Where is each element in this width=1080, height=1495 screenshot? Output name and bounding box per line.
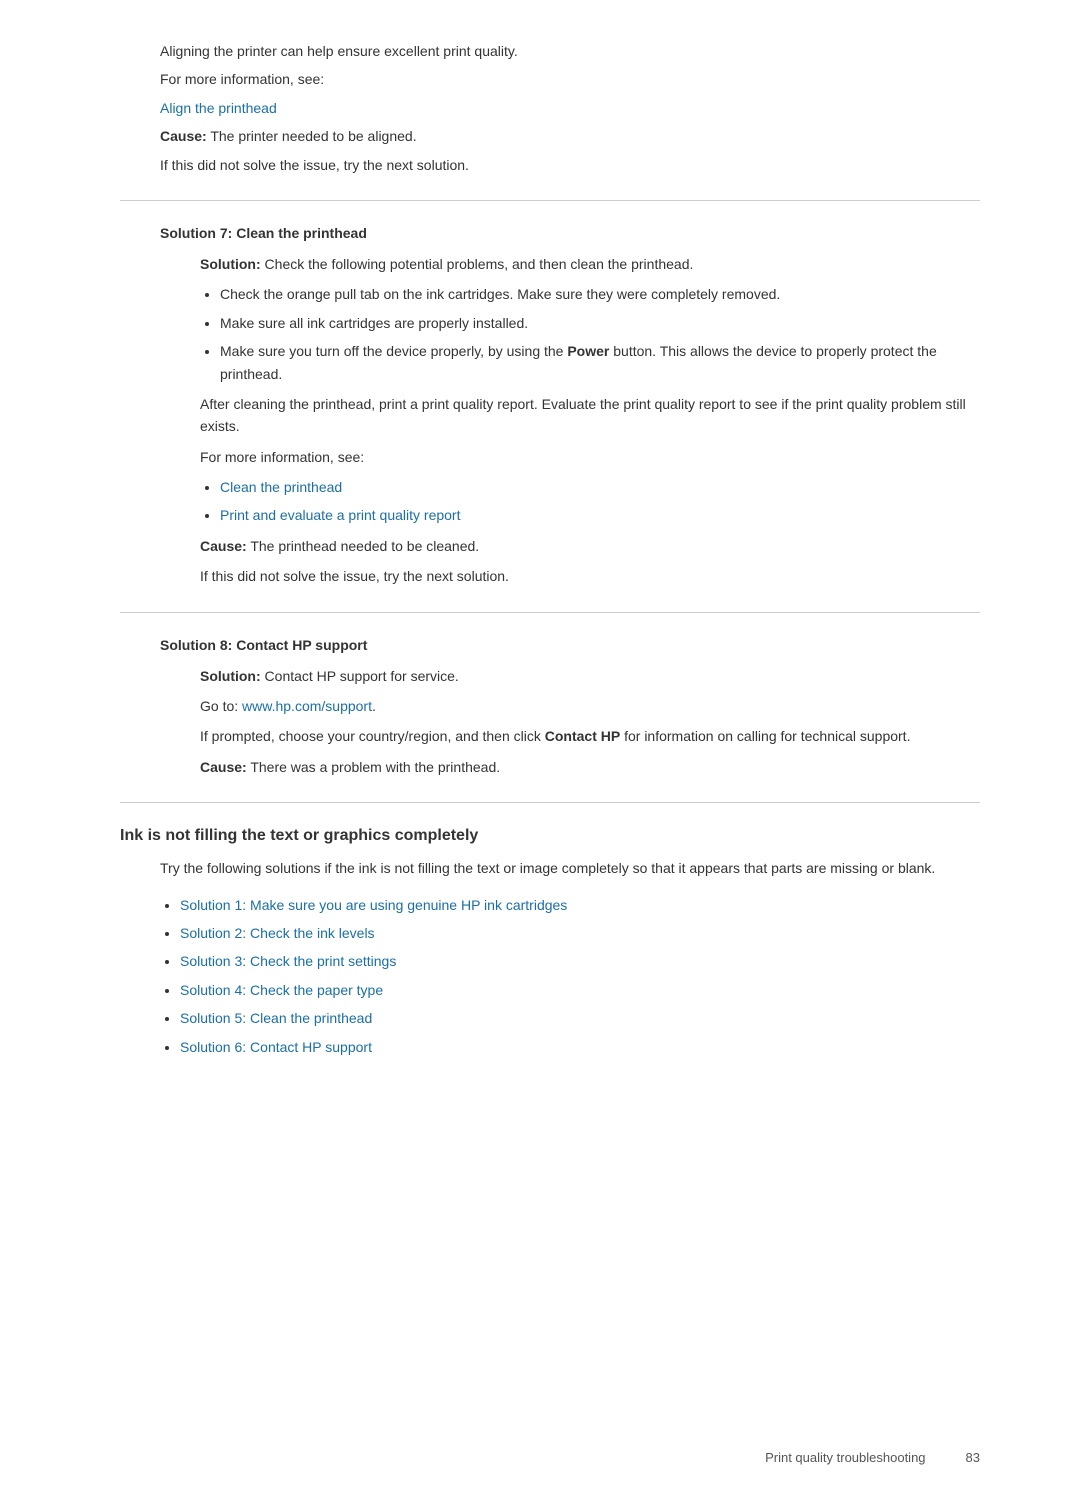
page-container: Aligning the printer can help ensure exc… bbox=[0, 0, 1080, 1144]
solution7-bullet-1: Check the orange pull tab on the ink car… bbox=[220, 283, 980, 305]
ink-solutions-list: Solution 1: Make sure you are using genu… bbox=[180, 894, 980, 1058]
ink-solution-1: Solution 1: Make sure you are using genu… bbox=[180, 894, 980, 916]
ink-solution-5-link[interactable]: Solution 5: Clean the printhead bbox=[180, 1010, 372, 1026]
ink-solution-3-link[interactable]: Solution 3: Check the print settings bbox=[180, 953, 396, 969]
solution7-cause-label: Cause: bbox=[200, 538, 247, 554]
intro-block: Aligning the printer can help ensure exc… bbox=[120, 40, 980, 176]
hp-support-link[interactable]: www.hp.com/support bbox=[242, 698, 372, 714]
solution8-solution-desc: Contact HP support for service. bbox=[261, 668, 459, 684]
solution8-cause-label: Cause: bbox=[200, 759, 247, 775]
divider-2 bbox=[120, 612, 980, 613]
intro-cause-label: Cause: bbox=[160, 128, 207, 144]
intro-cause: Cause: The printer needed to be aligned. bbox=[160, 125, 980, 147]
solution8-cause: Cause: There was a problem with the prin… bbox=[200, 756, 980, 778]
solution7-power-bold: Power bbox=[567, 343, 609, 359]
solution7-title: Solution 7: Clean the printhead bbox=[120, 225, 980, 241]
solution7-block: Solution 7: Clean the printhead Solution… bbox=[120, 225, 980, 588]
ink-section: Ink is not filling the text or graphics … bbox=[120, 827, 980, 1058]
ink-solution-1-link[interactable]: Solution 1: Make sure you are using genu… bbox=[180, 897, 567, 913]
intro-cause-text: The printer needed to be aligned. bbox=[207, 128, 417, 144]
align-printhead-link[interactable]: Align the printhead bbox=[160, 100, 277, 116]
solution8-contact-hp-bold: Contact HP bbox=[545, 728, 620, 744]
solution8-goto-text: Go to: bbox=[200, 698, 242, 714]
solution8-block: Solution 8: Contact HP support Solution:… bbox=[120, 637, 980, 779]
divider-1 bbox=[120, 200, 980, 201]
solution7-links-list: Clean the printhead Print and evaluate a… bbox=[220, 476, 980, 527]
ink-solution-2: Solution 2: Check the ink levels bbox=[180, 922, 980, 944]
solution7-cause-text: The printhead needed to be cleaned. bbox=[247, 538, 479, 554]
solution8-solution-text: Solution: Contact HP support for service… bbox=[200, 665, 980, 687]
clean-printhead-link[interactable]: Clean the printhead bbox=[220, 479, 342, 495]
footer: Print quality troubleshooting 83 bbox=[765, 1450, 980, 1465]
solution7-solution-text: Solution: Check the following potential … bbox=[200, 253, 980, 275]
solution8-prompted-pre: If prompted, choose your country/region,… bbox=[200, 728, 545, 744]
ink-section-links: Solution 1: Make sure you are using genu… bbox=[120, 894, 980, 1058]
ink-section-heading: Ink is not filling the text or graphics … bbox=[120, 827, 980, 845]
solution8-body: Solution: Contact HP support for service… bbox=[120, 665, 980, 779]
intro-next-solution: If this did not solve the issue, try the… bbox=[160, 154, 980, 176]
print-evaluate-link[interactable]: Print and evaluate a print quality repor… bbox=[220, 507, 460, 523]
solution7-bullet-2: Make sure all ink cartridges are properl… bbox=[220, 312, 980, 334]
footer-left: Print quality troubleshooting bbox=[765, 1450, 925, 1465]
solution7-next-solution: If this did not solve the issue, try the… bbox=[200, 565, 980, 587]
solution8-goto: Go to: www.hp.com/support. bbox=[200, 695, 980, 717]
solution7-body: Solution: Check the following potential … bbox=[120, 253, 980, 588]
intro-for-more: For more information, see: bbox=[160, 68, 980, 90]
solution8-cause-text: There was a problem with the printhead. bbox=[247, 759, 500, 775]
ink-solution-6: Solution 6: Contact HP support bbox=[180, 1036, 980, 1058]
ink-solution-6-link[interactable]: Solution 6: Contact HP support bbox=[180, 1039, 372, 1055]
solution8-goto-period: . bbox=[372, 698, 376, 714]
ink-solution-4: Solution 4: Check the paper type bbox=[180, 979, 980, 1001]
solution8-solution-label: Solution: bbox=[200, 668, 261, 684]
ink-section-intro: Try the following solutions if the ink i… bbox=[120, 857, 980, 879]
divider-3 bbox=[120, 802, 980, 803]
intro-line1: Aligning the printer can help ensure exc… bbox=[160, 40, 980, 62]
solution8-if-prompted: If prompted, choose your country/region,… bbox=[200, 725, 980, 747]
ink-solution-4-link[interactable]: Solution 4: Check the paper type bbox=[180, 982, 383, 998]
solution8-prompted-post: for information on calling for technical… bbox=[620, 728, 910, 744]
ink-section-intro-text: Try the following solutions if the ink i… bbox=[160, 857, 980, 879]
solution7-link2-item: Print and evaluate a print quality repor… bbox=[220, 504, 980, 526]
solution7-link1-item: Clean the printhead bbox=[220, 476, 980, 498]
solution7-cause: Cause: The printhead needed to be cleane… bbox=[200, 535, 980, 557]
solution7-for-more: For more information, see: bbox=[200, 446, 980, 468]
solution7-bullets: Check the orange pull tab on the ink car… bbox=[220, 283, 980, 385]
solution8-title: Solution 8: Contact HP support bbox=[120, 637, 980, 653]
ink-solution-5: Solution 5: Clean the printhead bbox=[180, 1007, 980, 1029]
ink-solution-2-link[interactable]: Solution 2: Check the ink levels bbox=[180, 925, 375, 941]
solution7-solution-desc: Check the following potential problems, … bbox=[261, 256, 694, 272]
solution7-bullet-3: Make sure you turn off the device proper… bbox=[220, 340, 980, 385]
footer-page: 83 bbox=[966, 1450, 980, 1465]
solution7-solution-label: Solution: bbox=[200, 256, 261, 272]
solution7-after-clean: After cleaning the printhead, print a pr… bbox=[200, 393, 980, 438]
ink-solution-3: Solution 3: Check the print settings bbox=[180, 950, 980, 972]
